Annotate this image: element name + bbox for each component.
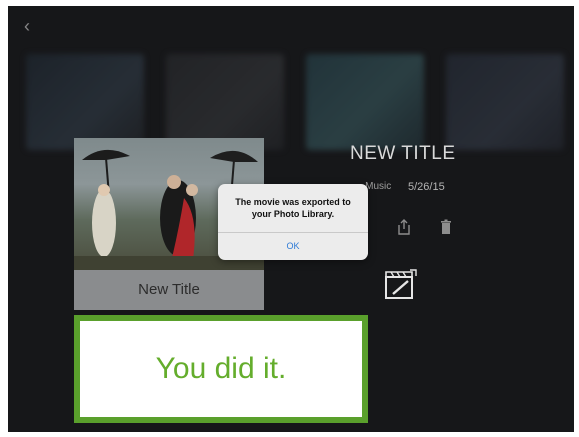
poster-title: New Title xyxy=(74,270,264,310)
clapperboard-edit-icon[interactable] xyxy=(384,268,418,300)
app-screen: ‹ New Title NEW TITLE ... Music 5/26/15 … xyxy=(8,6,574,432)
export-alert-dialog: The movie was exported to your Photo Lib… xyxy=(218,184,368,260)
callout-text: You did it. xyxy=(155,352,287,385)
project-date: 5/26/15 xyxy=(408,181,445,193)
project-title: NEW TITLE xyxy=(350,143,456,164)
alert-message: The movie was exported to your Photo Lib… xyxy=(235,197,351,219)
ok-button[interactable]: OK xyxy=(218,233,368,260)
trash-icon[interactable] xyxy=(438,218,454,236)
tutorial-callout: You did it. xyxy=(74,315,368,423)
share-icon[interactable] xyxy=(396,218,412,236)
